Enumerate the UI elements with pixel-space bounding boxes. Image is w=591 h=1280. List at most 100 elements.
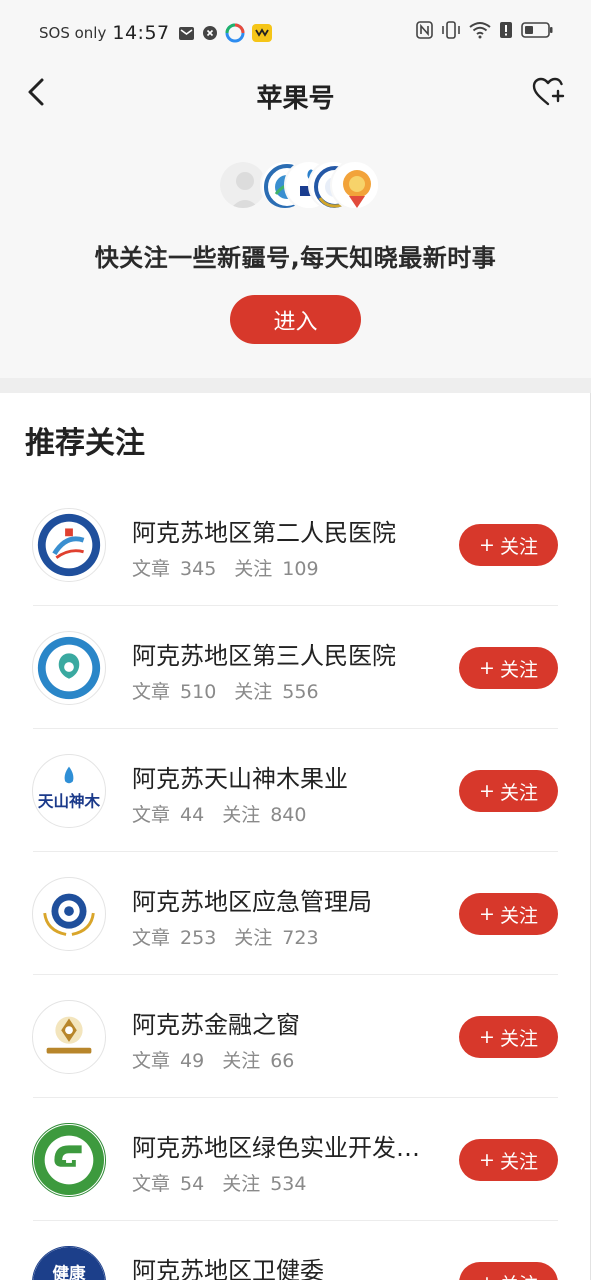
follows-count: 723 (282, 927, 319, 949)
account-stats: 文章 49 关注 66 (132, 1046, 304, 1073)
favorite-button[interactable] (529, 74, 569, 110)
follows-label: 关注 (234, 558, 273, 580)
follows-count: 534 (270, 1173, 307, 1195)
account-logo (32, 631, 106, 705)
plus-icon: + (479, 1026, 495, 1048)
status-left: SOS only 14:57 (39, 20, 272, 46)
list-item[interactable]: 阿克苏地区第二人民医院 文章 345 关注 109 + 关注 (0, 483, 591, 606)
list-item[interactable]: 阿克苏地区应急管理局 文章 253 关注 723 + 关注 (0, 852, 591, 975)
follows-label: 关注 (222, 804, 261, 826)
logo-text: 健康 (52, 1263, 86, 1280)
list-item[interactable]: 天山神木 阿克苏天山神木果业 文章 44 关注 840 + 关注 (0, 729, 591, 852)
plus-icon: + (479, 657, 495, 679)
carrier-text: SOS only (39, 24, 107, 42)
articles-count: 49 (180, 1050, 205, 1072)
account-name: 阿克苏地区应急管理局 (132, 888, 372, 916)
nav-header: 苹果号 (0, 64, 591, 124)
account-name: 阿克苏地区卫健委 (132, 1257, 324, 1280)
articles-count: 345 (180, 558, 217, 580)
articles-label: 文章 (132, 1050, 171, 1072)
status-right (416, 21, 553, 39)
follow-button[interactable]: +关注 (459, 524, 558, 566)
hero-banner: 快关注一些新疆号,每天知晓最新时事 进入 (0, 124, 591, 378)
follow-button[interactable]: +关注 (459, 1016, 558, 1058)
articles-count: 44 (180, 804, 205, 826)
follow-button[interactable]: +关注 (459, 893, 558, 935)
follow-label: 关注 (499, 781, 538, 804)
account-logo (32, 508, 106, 582)
account-stats: 文章 345 关注 109 (132, 554, 329, 581)
follow-label: 关注 (499, 1150, 538, 1173)
list-item[interactable]: 阿克苏金融之窗 文章 49 关注 66 + 关注 (0, 975, 591, 1098)
plus-icon: + (479, 1272, 495, 1280)
clock: 14:57 (112, 22, 170, 44)
follows-label: 关注 (222, 1173, 261, 1195)
articles-label: 文章 (132, 558, 171, 580)
enter-button[interactable]: 进入 (230, 295, 361, 344)
account-name: 阿克苏金融之窗 (132, 1011, 300, 1039)
heart-plus-icon (532, 77, 565, 106)
follow-button[interactable]: +关注 (459, 1139, 558, 1181)
app-sync-icon (225, 23, 245, 43)
follows-count: 840 (270, 804, 307, 826)
account-name: 阿克苏地区绿色实业开发… (132, 1134, 420, 1162)
logo-text: 天山神木 (38, 792, 101, 811)
nfc-icon (416, 21, 433, 39)
recommend-list: 阿克苏地区第二人民医院 文章 345 关注 109 + 关注 阿克苏地区第三人民医院 文… (0, 483, 591, 1280)
battery-icon (521, 22, 553, 38)
follow-button[interactable]: +关注 (459, 647, 558, 689)
follows-label: 关注 (222, 1050, 261, 1072)
account-name: 阿克苏地区第二人民医院 (132, 519, 396, 547)
list-item[interactable]: 阿克苏地区绿色实业开发… 文章 54 关注 534 + 关注 (0, 1098, 591, 1221)
page-title: 苹果号 (256, 84, 335, 114)
follow-button[interactable]: +关注 (459, 770, 558, 812)
wifi-icon (469, 22, 491, 39)
avatar (330, 160, 380, 210)
account-logo: 健康 (32, 1246, 106, 1280)
vibrate-icon (442, 21, 460, 39)
account-logo (32, 1123, 106, 1197)
follow-label: 关注 (500, 1270, 538, 1280)
app-badge-icon (251, 24, 272, 42)
plus-icon: + (479, 780, 495, 802)
plus-icon: + (479, 903, 495, 925)
articles-label: 文章 (132, 927, 171, 949)
hero-headline: 快关注一些新疆号,每天知晓最新时事 (94, 244, 497, 272)
articles-count: 253 (180, 927, 217, 949)
mail-icon (178, 26, 194, 40)
account-stats: 文章 44 关注 840 (132, 800, 316, 827)
follow-label: 关注 (499, 658, 538, 681)
follow-label: 关注 (499, 1027, 538, 1050)
follows-count: 66 (270, 1050, 295, 1072)
follow-button[interactable]: + 关注 (459, 1262, 558, 1280)
section-title: 推荐关注 (25, 426, 145, 461)
list-item[interactable]: 健康 阿克苏地区卫健委 + 关注 (0, 1221, 591, 1280)
articles-count: 510 (180, 681, 217, 703)
articles-label: 文章 (132, 681, 171, 703)
follow-label: 关注 (499, 904, 538, 927)
avatar-stack (218, 160, 380, 212)
account-stats: 文章 253 关注 723 (132, 923, 329, 950)
account-logo (32, 1000, 106, 1074)
account-name: 阿克苏天山神木果业 (132, 765, 348, 793)
follows-count: 556 (282, 681, 319, 703)
articles-label: 文章 (132, 1173, 171, 1195)
shield-close-icon (202, 26, 217, 40)
account-logo (32, 877, 106, 951)
section-divider (0, 378, 591, 393)
follows-label: 关注 (234, 681, 273, 703)
account-logo: 天山神木 (32, 754, 106, 828)
plus-icon: + (479, 534, 495, 556)
alert-icon (500, 22, 512, 38)
articles-label: 文章 (132, 804, 171, 826)
account-stats: 文章 510 关注 556 (132, 677, 329, 704)
articles-count: 54 (180, 1173, 205, 1195)
account-name: 阿克苏地区第三人民医院 (132, 642, 396, 670)
follow-label: 关注 (499, 535, 538, 558)
status-bar: SOS only 14:57 (0, 0, 591, 64)
list-item[interactable]: 阿克苏地区第三人民医院 文章 510 关注 556 + 关注 (0, 606, 591, 729)
account-stats: 文章 54 关注 534 (132, 1169, 316, 1196)
plus-icon: + (479, 1149, 495, 1171)
follows-label: 关注 (234, 927, 273, 949)
follows-count: 109 (282, 558, 319, 580)
